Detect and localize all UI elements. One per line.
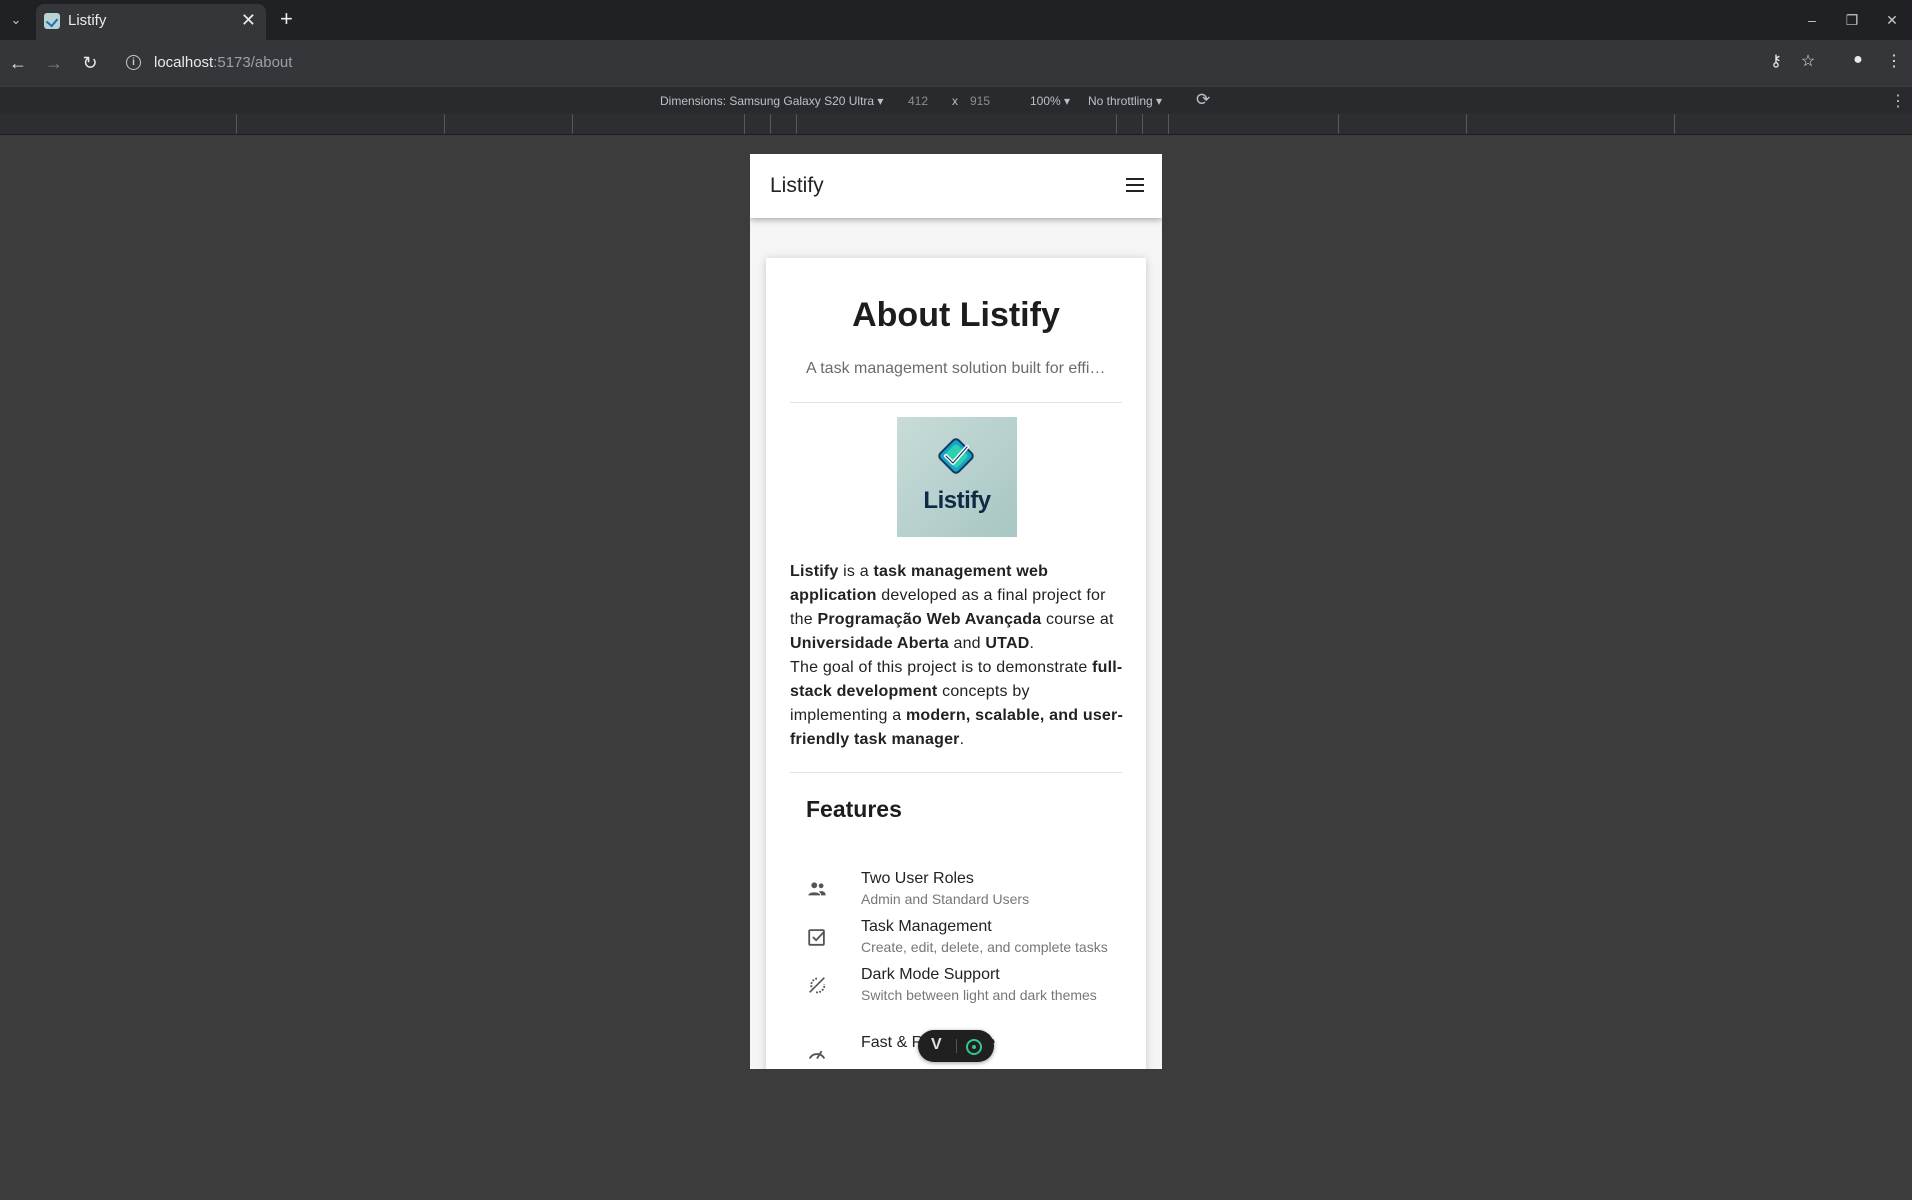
app-brand[interactable]: Listify	[770, 174, 824, 198]
desc-text: is a	[838, 563, 874, 580]
description-paragraph-1: Listify is a task management web applica…	[790, 560, 1126, 656]
ruler-mark	[770, 114, 771, 134]
page-title: About Listify	[852, 296, 1060, 334]
reload-icon[interactable]: ↻	[78, 51, 102, 75]
vite-logo-icon[interactable]: V	[931, 1036, 942, 1054]
throttling-label: No throttling	[1088, 94, 1153, 108]
ruler-mark	[236, 114, 237, 134]
feature-name: Two User Roles	[861, 870, 974, 887]
logo-text: Listify	[923, 487, 991, 514]
tab-title: Listify	[68, 12, 107, 29]
desc-strong: UTAD	[985, 635, 1030, 652]
url-host: localhost	[154, 54, 214, 71]
feature-description: Switch between light and dark themes	[861, 987, 1097, 1003]
inspect-target-icon[interactable]	[966, 1039, 982, 1055]
device-dimensions-dropdown[interactable]: Dimensions: Samsung Galaxy S20 Ultra ▾	[660, 94, 883, 108]
desc-text: The goal of this project is to demonstra…	[790, 659, 1093, 676]
desc-strong: Programação Web Avançada	[817, 611, 1042, 628]
password-key-icon[interactable]: ⚷	[1764, 51, 1788, 71]
browser-toolbar: ← → ↻ i localhost:5173/about ⚷ ☆ ● ⋮	[0, 40, 1912, 86]
tab-search-chevron-icon[interactable]: ⌄	[6, 10, 26, 30]
browser-tab-bar: ⌄ Listify ✕ + – ❐ ✕	[0, 0, 1912, 40]
profile-icon[interactable]: ●	[1846, 51, 1870, 69]
people-icon	[808, 882, 826, 896]
hamburger-menu-icon[interactable]	[1126, 178, 1144, 192]
desc-strong: Listify	[790, 563, 839, 580]
minimize-icon[interactable]: –	[1802, 10, 1822, 30]
zoom-label: 100%	[1030, 94, 1061, 108]
features-heading: Features	[806, 796, 902, 822]
media-query-ruler[interactable]	[0, 114, 1912, 135]
ruler-mark	[444, 114, 445, 134]
ruler-mark	[1338, 114, 1339, 134]
zoom-dropdown[interactable]: 100% ▾	[1030, 94, 1070, 108]
feature-item: Dark Mode Support Switch between light a…	[790, 966, 1130, 1014]
device-toolbar-menu-icon[interactable]: ⋮	[1890, 91, 1906, 111]
checkbox-icon	[808, 929, 825, 946]
divider	[790, 772, 1122, 773]
dark-mode-icon	[809, 977, 826, 994]
browser-tab[interactable]: Listify ✕	[36, 4, 266, 40]
restore-icon[interactable]: ❐	[1842, 10, 1862, 30]
ruler-mark	[572, 114, 573, 134]
logo-check-icon	[938, 438, 974, 474]
feature-name: Dark Mode Support	[861, 966, 1000, 983]
site-info-icon[interactable]: i	[126, 55, 141, 70]
desc-text: .	[1029, 635, 1035, 652]
ruler-mark	[1674, 114, 1675, 134]
dimension-separator: x	[952, 94, 958, 108]
throttling-dropdown[interactable]: No throttling ▾	[1088, 94, 1162, 108]
browser-menu-icon[interactable]: ⋮	[1882, 51, 1906, 71]
desc-text: course at	[1041, 611, 1114, 628]
feature-description: Admin and Standard Users	[861, 891, 1030, 907]
forward-icon[interactable]: →	[42, 51, 66, 75]
new-tab-button[interactable]: +	[280, 6, 293, 32]
speed-icon	[808, 1050, 826, 1060]
desc-text: and	[948, 635, 986, 652]
address-bar[interactable]: i localhost:5173/about	[116, 47, 1756, 79]
url-text: localhost:5173/about	[154, 54, 292, 71]
desc-text: .	[959, 731, 965, 748]
rotate-icon[interactable]: ⟳	[1196, 90, 1210, 110]
feature-item: Task Management Create, edit, delete, an…	[790, 918, 1130, 966]
divider	[790, 402, 1122, 403]
page-subtitle: A task management solution built for eff…	[806, 360, 1106, 377]
feature-description: Create, edit, delete, and complete tasks	[861, 939, 1108, 955]
device-height-input[interactable]: 915	[970, 94, 990, 108]
device-viewport: Listify About Listify A task management …	[750, 154, 1162, 1069]
ruler-mark	[796, 114, 797, 134]
back-icon[interactable]: ←	[6, 51, 30, 75]
ruler-mark	[744, 114, 745, 134]
ruler-mark	[1168, 114, 1169, 134]
ruler-mark	[1466, 114, 1467, 134]
ruler-mark	[1116, 114, 1117, 134]
device-dimensions-label: Dimensions: Samsung Galaxy S20 Ultra	[660, 94, 875, 108]
tab-close-icon[interactable]: ✕	[241, 10, 256, 31]
app-header: Listify	[750, 154, 1162, 218]
device-width-input[interactable]: 412	[908, 94, 928, 108]
desc-strong: Universidade Aberta	[790, 635, 949, 652]
about-description: Listify is a task management web applica…	[790, 560, 1126, 752]
device-toolbar: Dimensions: Samsung Galaxy S20 Ultra ▾ 4…	[0, 86, 1912, 115]
vite-devtools-toggle[interactable]: V	[918, 1030, 994, 1062]
about-card: About Listify A task management solution…	[766, 258, 1146, 1069]
description-paragraph-2: The goal of this project is to demonstra…	[790, 656, 1126, 752]
bookmark-star-icon[interactable]: ☆	[1796, 51, 1820, 71]
ruler-mark	[1142, 114, 1143, 134]
listify-logo: Listify	[897, 417, 1017, 537]
favicon-icon	[44, 13, 60, 29]
feature-item: Two User Roles Admin and Standard Users	[790, 870, 1130, 918]
vite-separator	[956, 1039, 957, 1053]
feature-name: Task Management	[861, 918, 992, 935]
window-close-icon[interactable]: ✕	[1882, 10, 1902, 30]
url-path: :5173/about	[213, 54, 293, 71]
